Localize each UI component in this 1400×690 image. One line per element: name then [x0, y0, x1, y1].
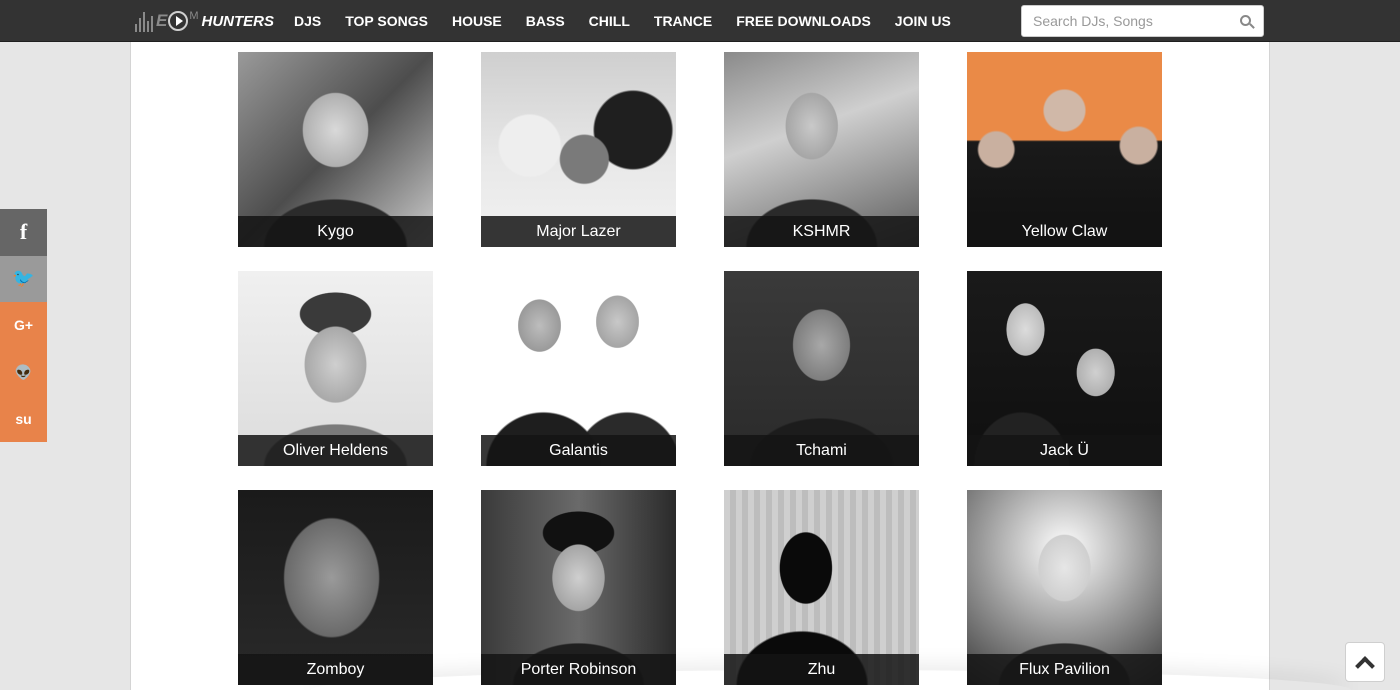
googleplus-icon[interactable]: G+ — [0, 302, 47, 349]
nav-bass[interactable]: BASS — [514, 0, 577, 42]
artist-card-tchami[interactable]: Tchami — [724, 271, 919, 466]
artist-name: Flux Pavilion — [967, 654, 1162, 685]
main-nav: DJS TOP SONGS HOUSE BASS CHILL TRANCE FR… — [282, 0, 963, 42]
artist-name: Major Lazer — [481, 216, 676, 247]
artist-card-porter-robinson[interactable]: Porter Robinson — [481, 490, 676, 685]
scroll-top-button[interactable] — [1345, 642, 1385, 682]
chevron-up-icon — [1355, 656, 1375, 676]
nav-djs[interactable]: DJS — [282, 0, 333, 42]
nav-house[interactable]: HOUSE — [440, 0, 514, 42]
artist-card-galantis[interactable]: Galantis — [481, 271, 676, 466]
logo-letter-m: M — [189, 10, 199, 22]
artist-card-flux-pavilion[interactable]: Flux Pavilion — [967, 490, 1162, 685]
logo-letter-e: E — [156, 11, 168, 30]
equalizer-icon — [135, 10, 153, 32]
artist-name: Zomboy — [238, 654, 433, 685]
top-navbar: E M HUNTERS DJS TOP SONGS HOUSE BASS CHI… — [0, 0, 1400, 42]
artist-card-zhu[interactable]: Zhu — [724, 490, 919, 685]
artist-name: Kygo — [238, 216, 433, 247]
artist-card-oliver-heldens[interactable]: Oliver Heldens — [238, 271, 433, 466]
artist-card-yellow-claw[interactable]: Yellow Claw — [967, 52, 1162, 247]
artist-card-major-lazer[interactable]: Major Lazer — [481, 52, 676, 247]
nav-free-downloads[interactable]: FREE DOWNLOADS — [724, 0, 883, 42]
artist-card-zomboy[interactable]: Zomboy — [238, 490, 433, 685]
artist-name: Jack Ü — [967, 435, 1162, 466]
artist-card-jack-u[interactable]: Jack Ü — [967, 271, 1162, 466]
nav-top-songs[interactable]: TOP SONGS — [333, 0, 440, 42]
artist-name: Galantis — [481, 435, 676, 466]
artist-name: KSHMR — [724, 216, 919, 247]
artist-card-kygo[interactable]: Kygo — [238, 52, 433, 247]
site-logo[interactable]: E M HUNTERS — [135, 6, 277, 36]
artist-name: Porter Robinson — [481, 654, 676, 685]
search-input[interactable] — [1022, 6, 1232, 36]
facebook-icon[interactable]: f — [0, 209, 47, 256]
stumbleupon-icon[interactable]: su — [0, 395, 47, 442]
search-icon[interactable] — [1240, 15, 1251, 26]
artist-name: Oliver Heldens — [238, 435, 433, 466]
artist-name: Tchami — [724, 435, 919, 466]
social-share-bar: f 🐦 G+ 👽 su — [0, 209, 47, 442]
twitter-icon[interactable]: 🐦 — [0, 255, 47, 303]
artist-card-kshmr[interactable]: KSHMR — [724, 52, 919, 247]
nav-join-us[interactable]: JOIN US — [883, 0, 963, 42]
logo-text: HUNTERS — [201, 12, 275, 30]
search-box — [1021, 5, 1264, 37]
reddit-icon[interactable]: 👽 — [0, 348, 47, 396]
artist-name: Zhu — [724, 654, 919, 685]
play-icon — [168, 11, 189, 31]
nav-trance[interactable]: TRANCE — [642, 0, 724, 42]
artist-name: Yellow Claw — [967, 216, 1162, 247]
nav-chill[interactable]: CHILL — [577, 0, 642, 42]
